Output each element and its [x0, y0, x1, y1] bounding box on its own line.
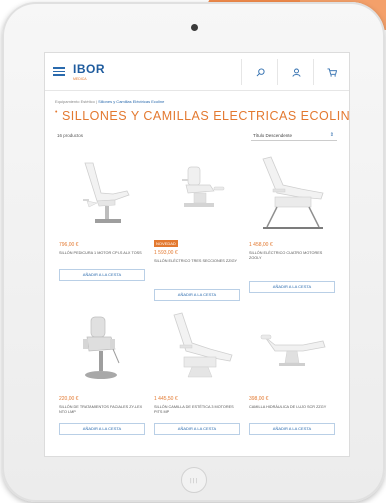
- product-price: 220,00 €: [59, 396, 79, 402]
- product-image[interactable]: [152, 311, 242, 391]
- search-icon[interactable]: [249, 61, 271, 83]
- home-button-icon: |||: [190, 478, 199, 484]
- page-title: • SILLONES Y CAMILLAS ELECTRICAS ECOLINE: [55, 109, 350, 123]
- product-price: 1 445,50 €: [154, 396, 178, 402]
- home-button[interactable]: |||: [181, 467, 207, 493]
- menu-icon[interactable]: [53, 65, 65, 78]
- add-to-cart-button[interactable]: AÑADIR A LA CESTA: [249, 423, 335, 435]
- product-name[interactable]: SILLÓN CAMILLA DE ESTÉTICA 3 MOTORES PIT…: [154, 405, 240, 415]
- product-image[interactable]: [152, 153, 242, 233]
- product-image[interactable]: [57, 311, 147, 391]
- breadcrumb-root[interactable]: Equipamiento Estético: [55, 99, 95, 104]
- product-name[interactable]: SILLÓN ELÉCTRICO TRES SECCIONES ZZIGY: [154, 259, 240, 264]
- product-image[interactable]: [247, 153, 337, 233]
- breadcrumb-current: Sillones y Camillas Eléctricas Ecoline: [98, 99, 165, 104]
- product-price: 1 593,00 €: [154, 250, 178, 256]
- sort-arrow-icon: ⇕: [329, 132, 334, 138]
- add-to-cart-button[interactable]: AÑADIR A LA CESTA: [59, 269, 145, 281]
- product-name[interactable]: SILLÓN PEDICURA 1 MOTOR CPI-S ALX TOSS: [59, 251, 145, 256]
- breadcrumb: Equipamiento Estético | Sillones y Camil…: [55, 99, 164, 104]
- page-title-text: SILLONES Y CAMILLAS ELECTRICAS ECOLINE: [61, 109, 350, 123]
- sort-select[interactable]: Título Descendente ⇕: [251, 130, 337, 141]
- brand-tagline: MEDICA: [73, 77, 87, 82]
- product-count: 16 productos: [57, 133, 84, 138]
- tablet-screen: IBOR MEDICA Equipamiento Estético | Sill…: [44, 52, 350, 457]
- product-price: 398,00 €: [249, 396, 269, 402]
- product-name[interactable]: SILLÓN ELÉCTRICO CUATRO MOTORES ZOOLY: [249, 251, 335, 261]
- product-name[interactable]: CAMILLA HIDRÁULICA DE LUJO SCR ZZGY: [249, 405, 335, 410]
- header-divider: [241, 59, 242, 85]
- header-divider: [277, 59, 278, 85]
- site-header: IBOR MEDICA: [45, 53, 349, 91]
- product-price: 1 458,00 €: [249, 242, 273, 248]
- cart-icon[interactable]: [321, 61, 343, 83]
- product-name[interactable]: SILLÓN DE TRATAMIENTOS FACIALES ZY-LEX N…: [59, 405, 145, 415]
- product-image[interactable]: [57, 153, 147, 233]
- sort-value: Título Descendente: [253, 133, 293, 138]
- add-to-cart-button[interactable]: AÑADIR A LA CESTA: [249, 281, 335, 293]
- add-to-cart-button[interactable]: AÑADIR A LA CESTA: [59, 423, 145, 435]
- add-to-cart-button[interactable]: AÑADIR A LA CESTA: [154, 289, 240, 301]
- camera-icon: [191, 24, 198, 31]
- product-image[interactable]: [247, 311, 337, 391]
- brand-logo[interactable]: IBOR MEDICA: [73, 61, 105, 82]
- brand-name: IBOR: [73, 62, 105, 77]
- header-divider: [313, 59, 314, 85]
- user-icon[interactable]: [285, 61, 307, 83]
- novelty-badge: NOVEDAD: [154, 240, 178, 247]
- add-to-cart-button[interactable]: AÑADIR A LA CESTA: [154, 423, 240, 435]
- product-price: 796,00 €: [59, 242, 79, 248]
- title-bullet: •: [55, 109, 58, 116]
